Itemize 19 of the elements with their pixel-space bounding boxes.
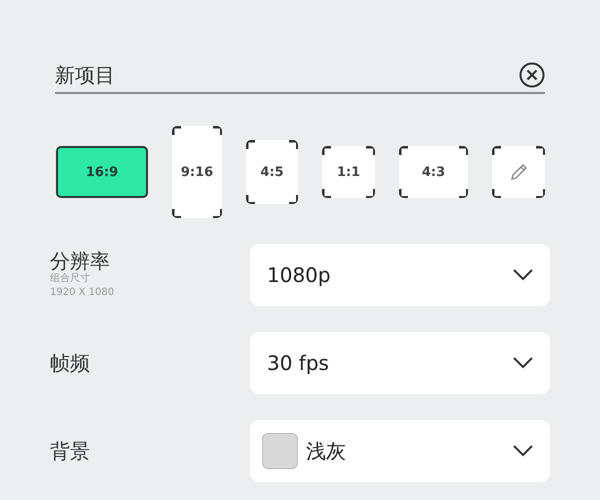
chevron-down-icon [512, 268, 534, 282]
aspect-ratio-option[interactable]: 16:9 [56, 146, 148, 198]
name-field[interactable]: 新项目 [55, 63, 519, 87]
setting-hint: 1920 X 1080 [50, 286, 114, 300]
custom-ratio-button[interactable] [492, 146, 545, 198]
chevron-down-icon [512, 356, 534, 370]
aspect-ratio-option[interactable]: 1:1 [322, 146, 375, 198]
aspect-ratio-option[interactable]: 4:5 [246, 140, 298, 204]
setting-label: 背景 [50, 438, 90, 464]
setting-label: 分辨率 [50, 250, 111, 272]
dropdown[interactable]: 浅灰 [250, 420, 550, 482]
dropdown[interactable]: 1080p [250, 244, 550, 306]
chevron-down-icon [512, 444, 534, 458]
clear-icon[interactable] [519, 62, 545, 88]
aspect-ratio-option[interactable]: 4:3 [399, 146, 468, 198]
setting-label: 帧频 [50, 350, 90, 376]
setting-hint: 组合尺寸 [50, 272, 91, 286]
aspect-ratio-option[interactable]: 9:16 [172, 126, 222, 218]
dropdown[interactable]: 30 fps [250, 332, 550, 394]
